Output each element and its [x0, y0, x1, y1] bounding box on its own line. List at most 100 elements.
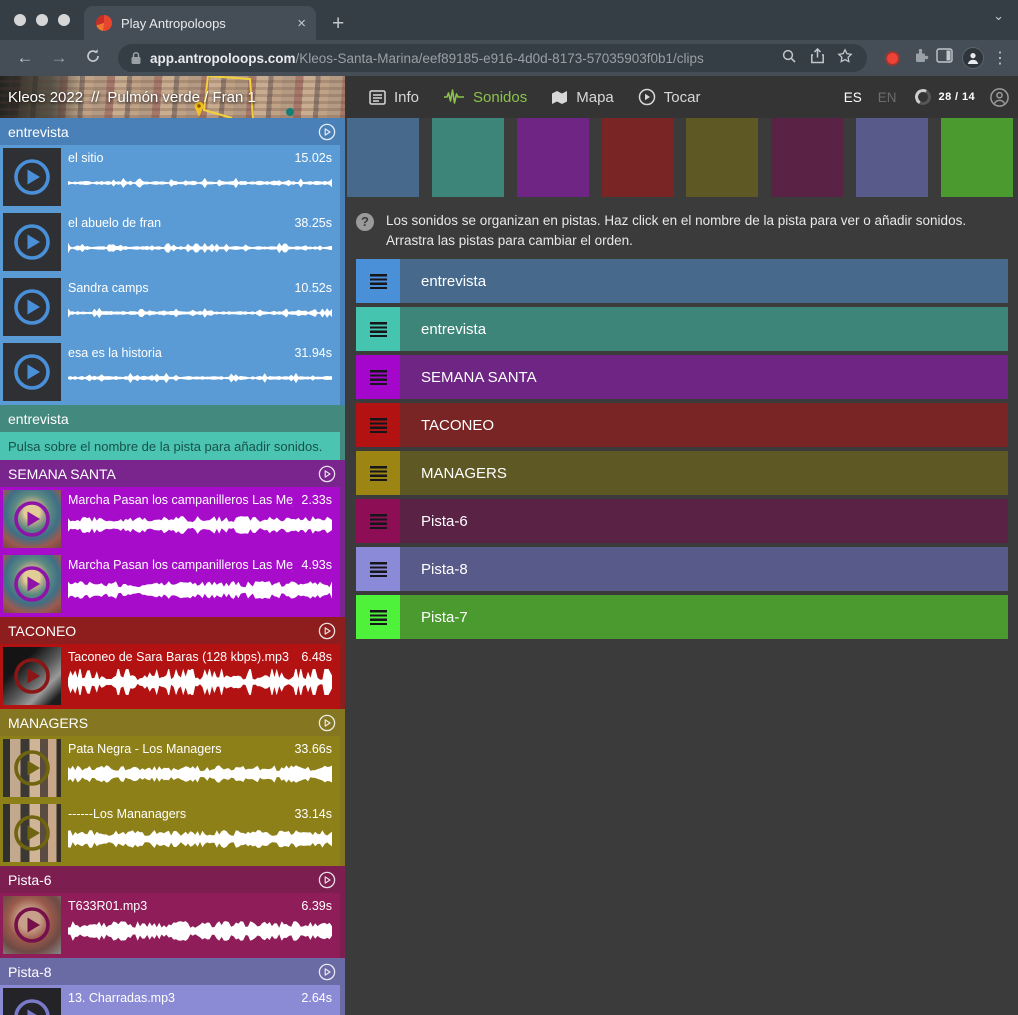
- back-button[interactable]: ←: [10, 48, 40, 68]
- bookmark-star-icon[interactable]: [835, 48, 855, 69]
- tab-tocar[interactable]: Tocar: [638, 88, 701, 106]
- project-banner[interactable]: Kleos 2022 // Pulmón verde / Fran 1: [0, 76, 345, 118]
- track-header[interactable]: TACONEO: [0, 617, 345, 644]
- load-counter: 28 / 14: [939, 91, 975, 103]
- track-header[interactable]: entrevista: [0, 405, 345, 432]
- track-color-swatch[interactable]: [347, 118, 419, 197]
- tracks-help-text: Los sonidos se organizan en pistas. Haz …: [386, 211, 1008, 250]
- track-drag-handle[interactable]: [356, 451, 400, 495]
- clip-row[interactable]: 13. Charradas.mp3 2.64s: [0, 985, 340, 1015]
- track-row[interactable]: entrevista: [356, 259, 1008, 303]
- track-play-button[interactable]: [318, 465, 336, 483]
- track-color-swatch[interactable]: [686, 118, 758, 197]
- window-controls[interactable]: [0, 0, 84, 40]
- clip-row[interactable]: el sitio 15.02s: [0, 145, 340, 210]
- track-color-swatch[interactable]: [856, 118, 928, 197]
- clip-duration: 31.94s: [294, 346, 332, 360]
- track-color-swatch[interactable]: [771, 118, 843, 197]
- clip-duration: 33.14s: [294, 807, 332, 821]
- track-help-message: Pulsa sobre el nombre de la pista para a…: [0, 432, 340, 460]
- clip-row[interactable]: T633R01.mp3 6.39s: [0, 893, 340, 958]
- tab-close-icon[interactable]: ×: [297, 16, 306, 31]
- clip-play-icon: [11, 156, 53, 198]
- track-color-swatch[interactable]: [517, 118, 589, 197]
- track-play-button[interactable]: [318, 622, 336, 640]
- clip-row[interactable]: Marcha Pasan los campanilleros Las Mejor…: [0, 552, 340, 617]
- track-row[interactable]: Pista-6: [356, 499, 1008, 543]
- track-header[interactable]: entrevista: [0, 118, 345, 145]
- track-header[interactable]: Pista-6: [0, 866, 345, 893]
- track-header[interactable]: SEMANA SANTA: [0, 460, 345, 487]
- browser-tab[interactable]: Play Antropoloops ×: [84, 6, 316, 40]
- clip-play-icon: [11, 904, 53, 946]
- browser-menu-icon[interactable]: ⋮: [992, 48, 1008, 68]
- reload-button[interactable]: [78, 48, 108, 69]
- clip-row[interactable]: esa es la historia 31.94s: [0, 340, 340, 405]
- new-tab-button[interactable]: +: [332, 12, 344, 36]
- clip-thumbnail[interactable]: [3, 278, 61, 336]
- track-play-button[interactable]: [318, 963, 336, 981]
- clip-thumbnail[interactable]: [3, 490, 61, 548]
- track-row[interactable]: Pista-8: [356, 547, 1008, 591]
- clip-row[interactable]: el abuelo de fran 38.25s: [0, 210, 340, 275]
- track-drag-handle[interactable]: [356, 547, 400, 591]
- track-header[interactable]: Pista-8: [0, 958, 345, 985]
- track-drag-handle[interactable]: [356, 595, 400, 639]
- track-play-button[interactable]: [318, 871, 336, 889]
- clip-row[interactable]: ------Los Mananagers 33.14s: [0, 801, 340, 866]
- tab-mapa[interactable]: Mapa: [551, 89, 614, 106]
- clip-duration: 15.02s: [294, 151, 332, 165]
- track-header[interactable]: MANAGERS: [0, 709, 345, 736]
- maximize-window-button[interactable]: [58, 14, 70, 26]
- clip-row[interactable]: Pata Negra - Los Managers 33.66s: [0, 736, 340, 801]
- tab-sonidos[interactable]: Sonidos: [443, 89, 527, 106]
- clip-thumbnail[interactable]: [3, 804, 61, 862]
- lang-es-button[interactable]: ES: [836, 90, 870, 105]
- track-drag-handle[interactable]: [356, 499, 400, 543]
- track-row[interactable]: Pista-7: [356, 595, 1008, 639]
- tab-search-chevron-icon[interactable]: ⌄: [993, 8, 1004, 24]
- lang-en-button[interactable]: EN: [870, 90, 905, 105]
- clip-thumbnail[interactable]: [3, 739, 61, 797]
- track-color-swatch[interactable]: [602, 118, 674, 197]
- clip-thumbnail[interactable]: [3, 555, 61, 613]
- recording-indicator-icon[interactable]: [885, 51, 900, 66]
- extensions-puzzle-icon[interactable]: [910, 47, 930, 69]
- clip-play-icon: [11, 498, 53, 540]
- clip-waveform: [68, 512, 332, 538]
- track-drag-handle[interactable]: [356, 307, 400, 351]
- share-icon[interactable]: [807, 48, 827, 69]
- close-window-button[interactable]: [14, 14, 26, 26]
- track-row[interactable]: MANAGERS: [356, 451, 1008, 495]
- track-color-swatch[interactable]: [432, 118, 504, 197]
- clip-thumbnail[interactable]: [3, 343, 61, 401]
- track-color-swatch[interactable]: [941, 118, 1013, 197]
- clip-row[interactable]: Taconeo de Sara Baras (128 kbps).mp3 6.4…: [0, 644, 340, 709]
- clip-thumbnail[interactable]: [3, 988, 61, 1015]
- track-play-button[interactable]: [318, 714, 336, 732]
- profile-avatar[interactable]: [962, 47, 984, 69]
- track-row[interactable]: entrevista: [356, 307, 1008, 351]
- minimize-window-button[interactable]: [36, 14, 48, 26]
- clip-thumbnail[interactable]: [3, 148, 61, 206]
- clip-play-icon: [11, 221, 53, 263]
- zoom-page-icon[interactable]: [779, 48, 799, 69]
- side-panel-icon[interactable]: [934, 48, 954, 68]
- track-drag-handle[interactable]: [356, 403, 400, 447]
- track-play-button[interactable]: [318, 123, 336, 141]
- account-icon[interactable]: [989, 87, 1010, 108]
- info-list-icon: [369, 90, 386, 105]
- track-drag-handle[interactable]: [356, 355, 400, 399]
- tab-info[interactable]: Info: [369, 89, 419, 106]
- clip-thumbnail[interactable]: [3, 213, 61, 271]
- address-bar[interactable]: app.antropoloops.com/Kleos-Santa-Marina/…: [118, 44, 867, 72]
- lock-icon: [130, 51, 142, 65]
- track-row[interactable]: TACONEO: [356, 403, 1008, 447]
- forward-button[interactable]: →: [44, 48, 74, 68]
- clip-thumbnail[interactable]: [3, 647, 61, 705]
- clip-row[interactable]: Sandra camps 10.52s: [0, 275, 340, 340]
- clip-row[interactable]: Marcha Pasan los campanilleros Las Mejor…: [0, 487, 340, 552]
- track-row[interactable]: SEMANA SANTA: [356, 355, 1008, 399]
- clip-thumbnail[interactable]: [3, 896, 61, 954]
- track-drag-handle[interactable]: [356, 259, 400, 303]
